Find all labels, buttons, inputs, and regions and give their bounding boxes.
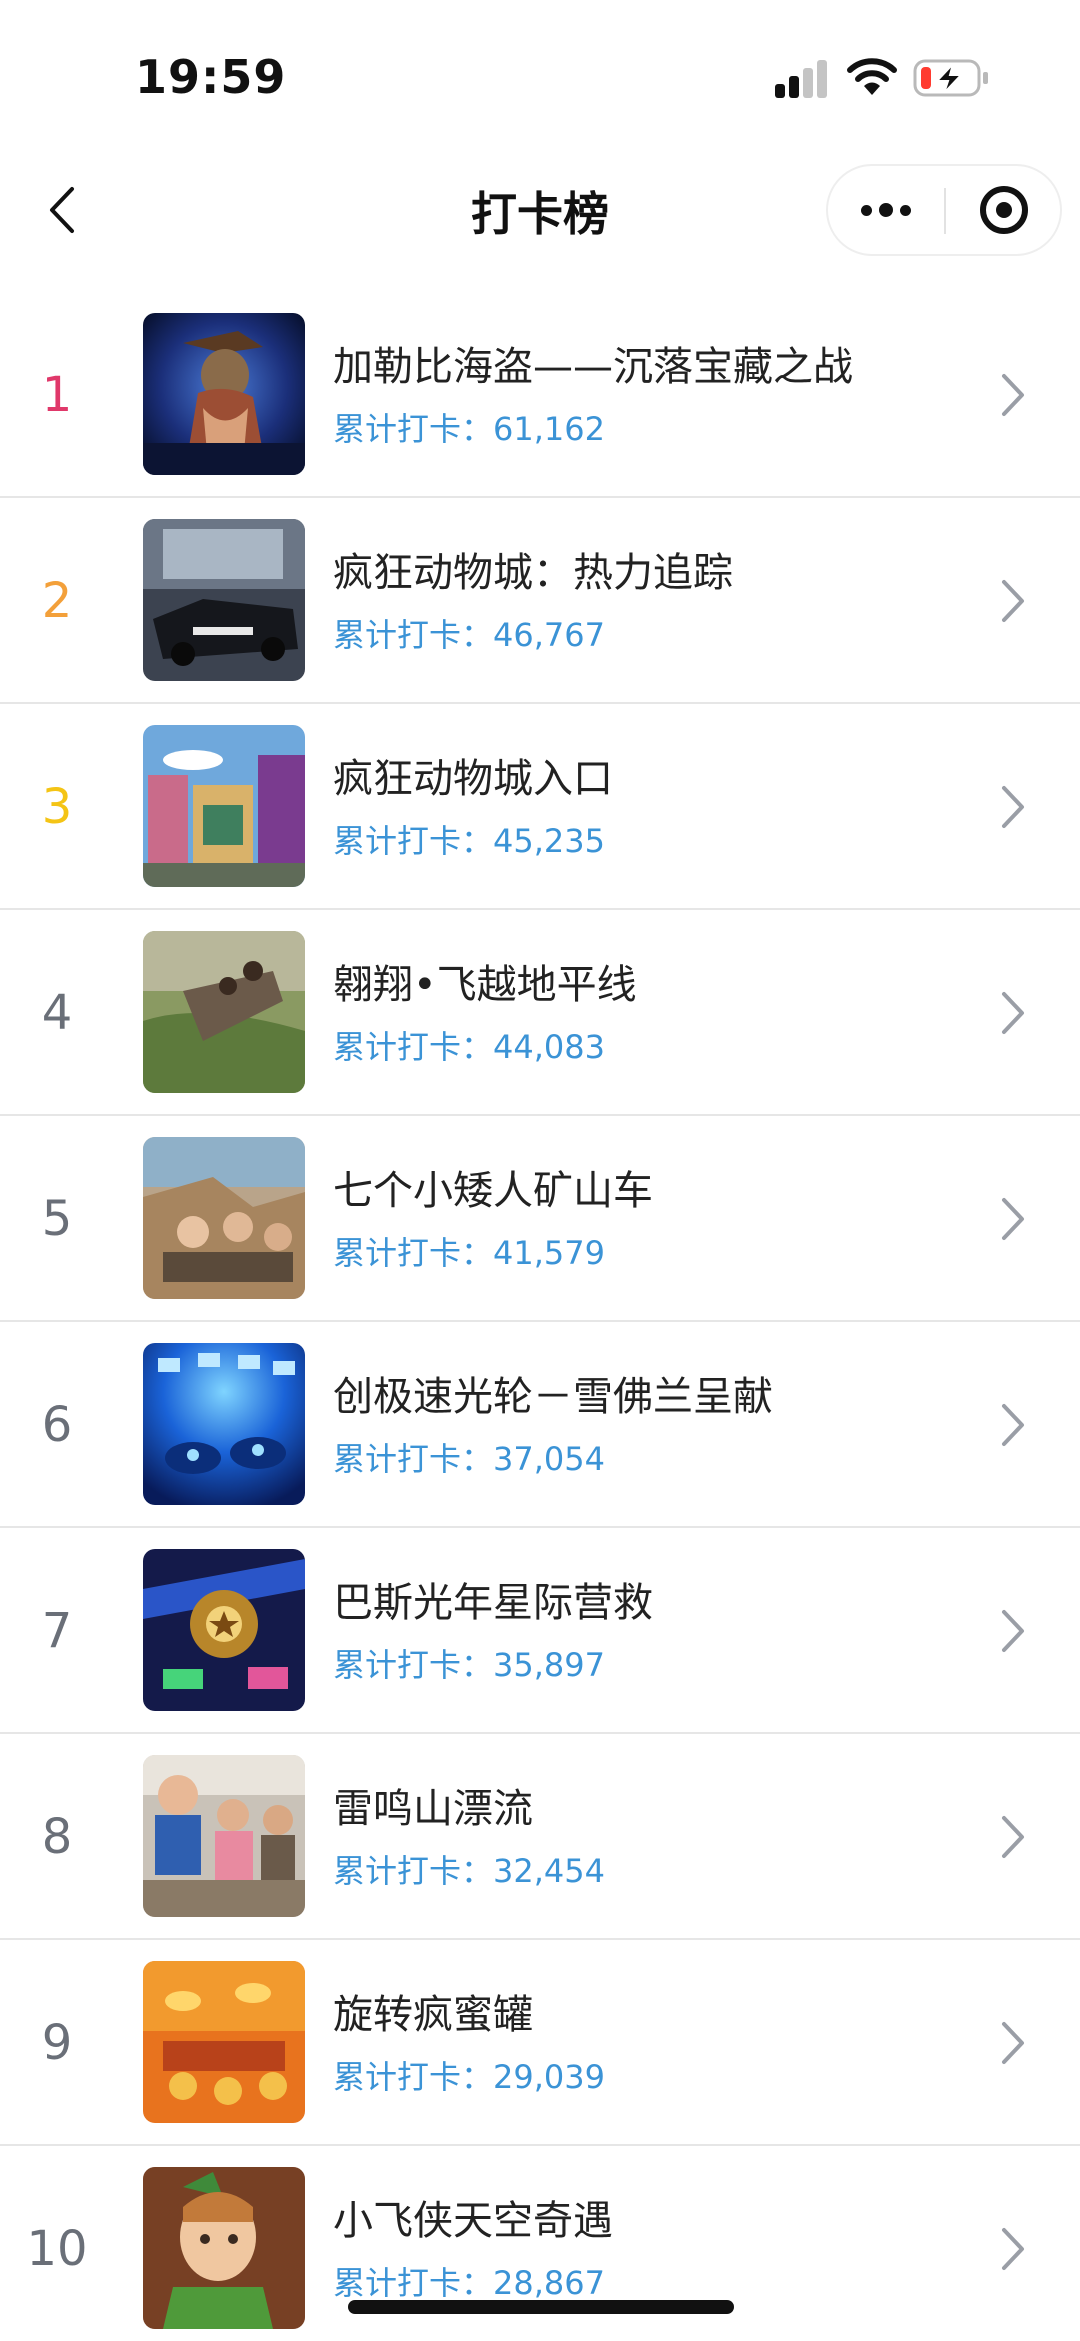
mine-train-photo xyxy=(143,1137,305,1299)
rank-number: 2 xyxy=(41,573,73,629)
roaring-rapids-photo xyxy=(143,1755,305,1917)
list-item[interactable]: 2 疯狂动物城：热力追踪 累计打卡：46,767 xyxy=(0,498,1080,704)
rank-number: 9 xyxy=(41,2015,73,2071)
chevron-right-icon xyxy=(1002,1198,1024,1240)
checkin-count: 累计打卡：29,039 xyxy=(333,2058,605,2096)
list-item[interactable]: 1 加勒比海盗——沉落宝藏之战 累计打卡：61,162 xyxy=(0,292,1080,498)
chevron-right-icon xyxy=(1002,992,1024,1034)
target-close-icon xyxy=(980,186,1028,234)
attraction-name: 加勒比海盗——沉落宝藏之战 xyxy=(333,344,853,390)
attraction-name: 雷鸣山漂流 xyxy=(333,1786,533,1832)
checkin-count: 累计打卡：45,235 xyxy=(333,822,605,860)
list-item[interactable]: 7 巴斯光年星际营救 累计打卡：35,897 xyxy=(0,1528,1080,1734)
soaring-ride-photo xyxy=(143,931,305,1093)
close-mini-program-button[interactable] xyxy=(946,166,1062,254)
rank-number: 6 xyxy=(41,1397,73,1453)
checkin-count: 累计打卡：35,897 xyxy=(333,1646,605,1684)
list-item[interactable]: 6 创极速光轮－雪佛兰呈献 累计打卡：37,054 xyxy=(0,1322,1080,1528)
rank-number: 3 xyxy=(41,779,73,835)
checkin-count: 累计打卡：61,162 xyxy=(333,410,605,448)
checkin-count: 累计打卡：37,054 xyxy=(333,1440,605,1478)
cellular-signal-icon xyxy=(775,60,829,98)
checkin-count: 累计打卡：32,454 xyxy=(333,1852,605,1890)
chevron-right-icon xyxy=(1002,374,1024,416)
status-time: 19:59 xyxy=(135,50,287,104)
chevron-right-icon xyxy=(1002,2022,1024,2064)
attraction-name: 疯狂动物城：热力追踪 xyxy=(333,550,733,596)
pirate-captain-ride-photo xyxy=(143,313,305,475)
buzz-lightyear-photo xyxy=(143,1549,305,1711)
home-indicator[interactable] xyxy=(348,2300,734,2314)
checkin-count: 累计打卡：46,767 xyxy=(333,616,605,654)
tron-lightcycle-photo xyxy=(143,1343,305,1505)
rank-number: 1 xyxy=(41,367,73,423)
attraction-name: 疯狂动物城入口 xyxy=(333,756,613,802)
more-dots-icon xyxy=(861,204,872,216)
wifi-icon xyxy=(847,58,897,95)
status-bar: 19:59 xyxy=(0,0,1080,140)
attraction-name: 翱翔•飞越地平线 xyxy=(333,962,637,1008)
rank-number: 4 xyxy=(41,985,73,1041)
mini-program-capsule xyxy=(826,164,1062,256)
chevron-right-icon xyxy=(1002,2228,1024,2270)
chevron-right-icon xyxy=(1002,1404,1024,1446)
checkin-count: 累计打卡：41,579 xyxy=(333,1234,605,1272)
chevron-right-icon xyxy=(1002,580,1024,622)
chevron-right-icon xyxy=(1002,786,1024,828)
ranking-list: 1 加勒比海盗——沉落宝藏之战 累计打卡：61,162 2 疯狂动物城：热力追踪… xyxy=(0,292,1080,2341)
rank-number: 10 xyxy=(26,2221,88,2277)
navigation-bar: 打卡榜 xyxy=(0,140,1080,280)
police-car-ride-photo xyxy=(143,519,305,681)
rank-number: 7 xyxy=(41,1603,73,1659)
zootopia-entrance-photo xyxy=(143,725,305,887)
rank-number: 8 xyxy=(41,1809,73,1865)
chevron-right-icon xyxy=(1002,1816,1024,1858)
hunny-pot-spin-photo xyxy=(143,1961,305,2123)
list-item[interactable]: 3 疯狂动物城入口 累计打卡：45,235 xyxy=(0,704,1080,910)
attraction-name: 巴斯光年星际营救 xyxy=(333,1580,653,1626)
checkin-count: 累计打卡：44,083 xyxy=(333,1028,605,1066)
rank-number: 5 xyxy=(41,1191,73,1247)
attraction-name: 旋转疯蜜罐 xyxy=(333,1992,533,2038)
list-item[interactable]: 8 雷鸣山漂流 累计打卡：32,454 xyxy=(0,1734,1080,1940)
attraction-name: 七个小矮人矿山车 xyxy=(333,1168,653,1214)
checkin-count: 累计打卡：28,867 xyxy=(333,2264,605,2302)
more-button[interactable] xyxy=(828,166,944,254)
attraction-name: 创极速光轮－雪佛兰呈献 xyxy=(333,1374,773,1420)
battery-charging-icon xyxy=(913,59,988,97)
list-item[interactable]: 4 翱翔•飞越地平线 累计打卡：44,083 xyxy=(0,910,1080,1116)
attraction-name: 小飞侠天空奇遇 xyxy=(333,2198,613,2244)
chevron-right-icon xyxy=(1002,1610,1024,1652)
peter-pan-flight-photo xyxy=(143,2167,305,2329)
list-item[interactable]: 9 旋转疯蜜罐 累计打卡：29,039 xyxy=(0,1940,1080,2146)
list-item[interactable]: 5 七个小矮人矿山车 累计打卡：41,579 xyxy=(0,1116,1080,1322)
